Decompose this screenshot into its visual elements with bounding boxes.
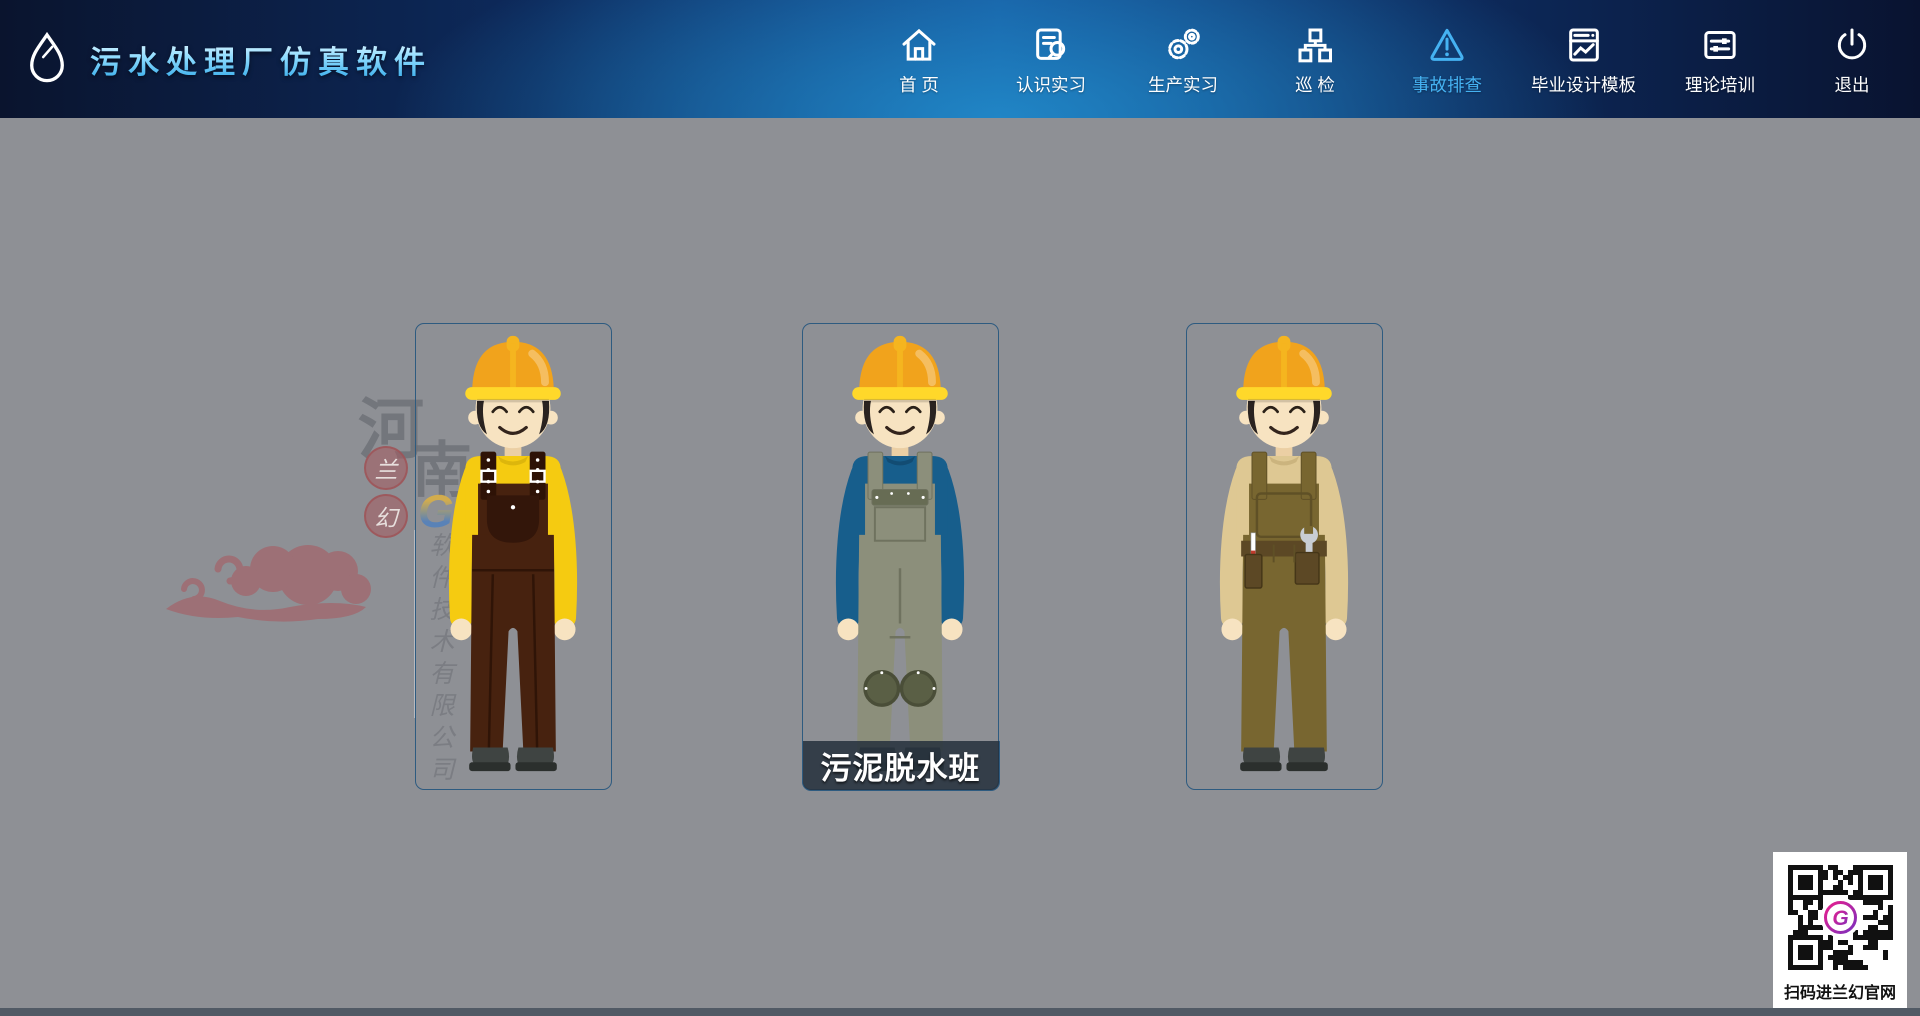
qr-code-panel: G 扫码进兰幻官网 [1773, 852, 1907, 1008]
character-card-1[interactable] [415, 323, 612, 790]
app-logo-area: 污水处理厂仿真软件 [24, 0, 432, 118]
doc-search-icon [1031, 21, 1071, 65]
watermark-badge-lan: 兰 [364, 446, 408, 490]
main-content: 河 南 兰 幻 G 软件技术有限公司 污泥脱水班 G 扫 [0, 118, 1920, 1008]
character-card-3[interactable] [1186, 323, 1383, 790]
nav-item-template[interactable]: 毕业设计模板 [1531, 21, 1636, 97]
home-icon [899, 21, 939, 65]
nav-item-label: 认识实习 [1016, 72, 1086, 97]
app-title: 污水处理厂仿真软件 [90, 37, 432, 82]
nav-item-label: 理论培训 [1685, 72, 1755, 97]
nav-item-label: 毕业设计模板 [1531, 72, 1636, 97]
warning-triangle-icon [1427, 21, 1467, 65]
nav-item-label: 首 页 [899, 72, 939, 97]
nav-item-inspection[interactable]: 巡 检 [1267, 21, 1363, 97]
nav-item-exit[interactable]: 退出 [1804, 21, 1900, 97]
bottom-strip [0, 1008, 1920, 1016]
nav-item-home[interactable]: 首 页 [871, 21, 967, 97]
qr-caption: 扫码进兰幻官网 [1784, 979, 1896, 1003]
worker-figure-1 [416, 324, 610, 788]
character-card-2-label: 污泥脱水班 [802, 741, 1000, 791]
nav-item-theory[interactable]: 理论培训 [1672, 21, 1768, 97]
watermark-badge-huan: 幻 [364, 494, 408, 538]
nav-item-production[interactable]: 生产实习 [1135, 21, 1231, 97]
svg-text:G: G [1832, 907, 1848, 930]
qr-code: G [1782, 859, 1899, 976]
cloud-ornament [158, 523, 388, 648]
nav-item-recognize[interactable]: 认识实习 [1003, 21, 1099, 97]
top-navigation-bar: 污水处理厂仿真软件 首 页 认识实习 生产实习 巡 检 事故排查 毕业设计模板 理论培训 退出 [0, 0, 1920, 118]
power-icon [1832, 21, 1872, 65]
character-card-2[interactable]: 污泥脱水班 [802, 323, 999, 790]
worker-figure-3 [1187, 324, 1381, 788]
nav-item-label: 巡 检 [1295, 72, 1335, 97]
nav-item-label: 退出 [1835, 72, 1870, 97]
gears-icon [1163, 21, 1203, 65]
nav-item-label: 生产实习 [1148, 72, 1218, 97]
network-icon [1295, 21, 1335, 65]
nav-item-label: 事故排查 [1412, 72, 1482, 97]
water-drop-icon [24, 31, 70, 87]
worker-figure-2 [803, 324, 997, 788]
nav-item-accident[interactable]: 事故排查 [1399, 21, 1495, 97]
template-icon [1564, 21, 1604, 65]
main-menu: 首 页 认识实习 生产实习 巡 检 事故排查 毕业设计模板 理论培训 退出 [871, 0, 1900, 118]
sliders-icon [1700, 21, 1740, 65]
